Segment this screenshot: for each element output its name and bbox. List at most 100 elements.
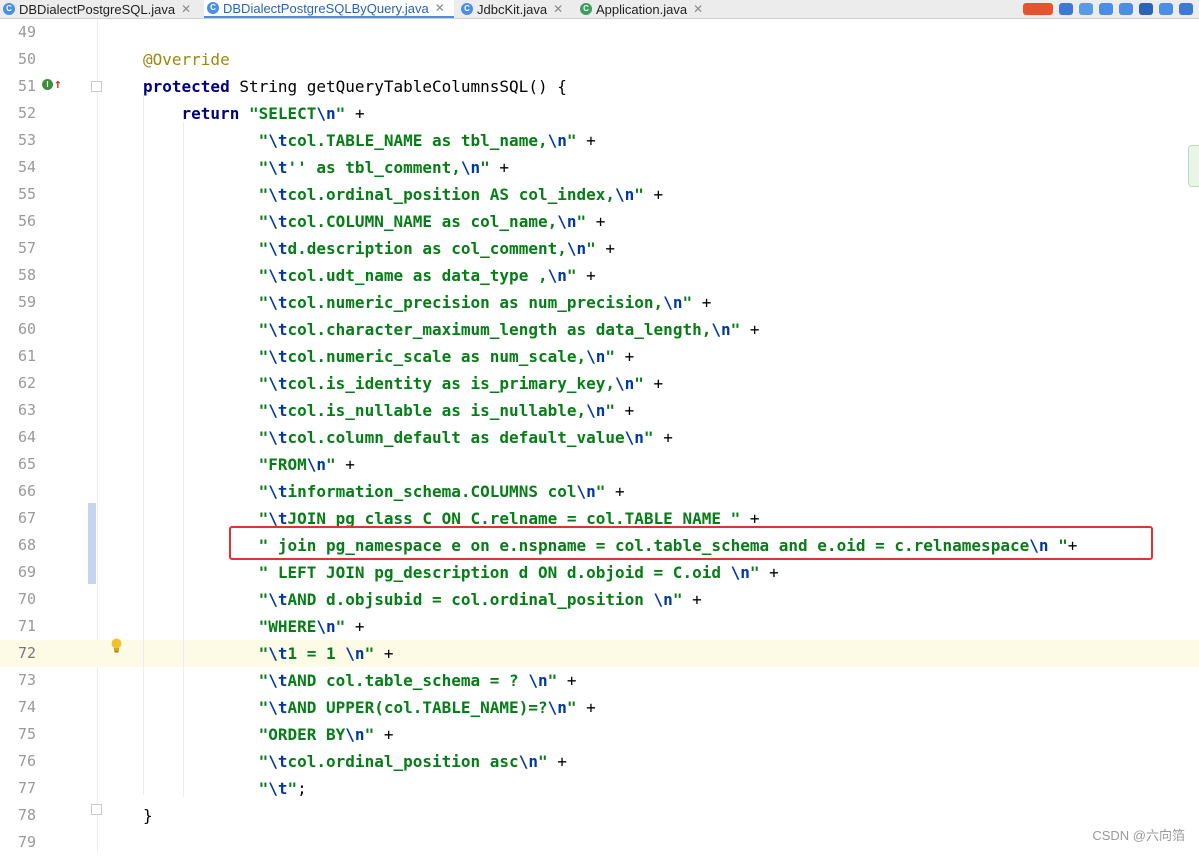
code-text[interactable]: "\td.description as col_comment,\n" +	[143, 235, 615, 262]
line-number[interactable]: 63	[0, 397, 36, 424]
code-line-57[interactable]: 57 "\td.description as col_comment,\n" +	[0, 235, 1199, 262]
code-text[interactable]: "\tcol.COLUMN_NAME as col_name,\n" +	[143, 208, 606, 235]
code-line-75[interactable]: 75 "ORDER BY\n" +	[0, 721, 1199, 748]
line-number[interactable]: 49	[0, 19, 36, 46]
line-number[interactable]: 73	[0, 667, 36, 694]
code-line-50[interactable]: 50 @Override	[0, 46, 1199, 73]
code-line-66[interactable]: 66 "\tinformation_schema.COLUMNS col\n" …	[0, 478, 1199, 505]
tab-dbdialect-postgresql[interactable]: C DBDialectPostgreSQL.java ✕	[0, 0, 200, 18]
code-line-65[interactable]: 65 "FROM\n" +	[0, 451, 1199, 478]
tab-dbdialect-postgresql-byquery[interactable]: C DBDialectPostgreSQLByQuery.java ✕	[204, 0, 454, 18]
code-line-69[interactable]: 69 " LEFT JOIN pg_description d ON d.obj…	[0, 559, 1199, 586]
code-text[interactable]: "\tcol.numeric_scale as num_scale,\n" +	[143, 343, 635, 370]
code-line-59[interactable]: 59 "\tcol.numeric_precision as num_preci…	[0, 289, 1199, 316]
code-text[interactable]: "\tAND col.table_schema = ? \n" +	[143, 667, 577, 694]
line-number[interactable]: 66	[0, 478, 36, 505]
translate-icon[interactable]	[1059, 3, 1073, 15]
code-line-77[interactable]: 77 "\t";	[0, 775, 1199, 802]
plugin-logo-icon[interactable]	[1023, 3, 1053, 15]
tab-jdbckit[interactable]: C JdbcKit.java ✕	[458, 0, 573, 18]
line-number[interactable]: 55	[0, 181, 36, 208]
line-number[interactable]: 68	[0, 532, 36, 559]
code-line-70[interactable]: 70 "\tAND d.objsubid = col.ordinal_posit…	[0, 586, 1199, 613]
code-text[interactable]: "\tinformation_schema.COLUMNS col\n" +	[143, 478, 625, 505]
line-number[interactable]: 74	[0, 694, 36, 721]
code-text[interactable]: "WHERE\n" +	[143, 613, 365, 640]
code-text[interactable]: @Override	[143, 46, 230, 73]
code-text[interactable]: "\tcol.ordinal_position asc\n" +	[143, 748, 567, 775]
close-icon[interactable]: ✕	[181, 2, 191, 16]
microphone-icon[interactable]	[1079, 3, 1093, 15]
code-line-52[interactable]: 52 return "SELECT\n" +	[0, 100, 1199, 127]
line-number[interactable]: 61	[0, 343, 36, 370]
code-line-53[interactable]: 53 "\tcol.TABLE_NAME as tbl_name,\n" +	[0, 127, 1199, 154]
code-text[interactable]: "\tcol.is_nullable as is_nullable,\n" +	[143, 397, 635, 424]
fold-marker-method-start[interactable]	[91, 81, 102, 92]
code-text[interactable]: "FROM\n" +	[143, 451, 355, 478]
line-number[interactable]: 56	[0, 208, 36, 235]
vcs-change-marker[interactable]	[88, 503, 96, 584]
line-number[interactable]: 60	[0, 316, 36, 343]
line-number[interactable]: 57	[0, 235, 36, 262]
line-number[interactable]: 67	[0, 505, 36, 532]
implements-override-icon[interactable]: I ↑	[42, 77, 62, 92]
code-line-73[interactable]: 73 "\tAND col.table_schema = ? \n" +	[0, 667, 1199, 694]
code-text[interactable]: }	[143, 802, 153, 829]
code-text[interactable]: "\tAND UPPER(col.TABLE_NAME)=?\n" +	[143, 694, 596, 721]
code-text[interactable]: "\tcol.ordinal_position AS col_index,\n"…	[143, 181, 664, 208]
close-icon[interactable]: ✕	[693, 2, 703, 16]
line-number[interactable]: 70	[0, 586, 36, 613]
code-line-56[interactable]: 56 "\tcol.COLUMN_NAME as col_name,\n" +	[0, 208, 1199, 235]
bird-icon[interactable]	[1179, 3, 1193, 15]
line-number[interactable]: 52	[0, 100, 36, 127]
line-number[interactable]: 65	[0, 451, 36, 478]
code-line-74[interactable]: 74 "\tAND UPPER(col.TABLE_NAME)=?\n" +	[0, 694, 1199, 721]
code-line-51[interactable]: 51 protected String getQueryTableColumnsS…	[0, 73, 1199, 100]
code-text[interactable]: " LEFT JOIN pg_description d ON d.objoid…	[143, 559, 779, 586]
code-text[interactable]: "\tcol.numeric_precision as num_precisio…	[143, 289, 712, 316]
line-number[interactable]: 62	[0, 370, 36, 397]
code-text[interactable]: "\t";	[143, 775, 307, 802]
line-number[interactable]: 53	[0, 127, 36, 154]
line-number[interactable]: 75	[0, 721, 36, 748]
code-line-63[interactable]: 63 "\tcol.is_nullable as is_nullable,\n"…	[0, 397, 1199, 424]
code-line-49[interactable]: 49	[0, 19, 1199, 46]
line-number[interactable]: 64	[0, 424, 36, 451]
code-text[interactable]: protected String getQueryTableColumnsSQL…	[143, 73, 567, 100]
line-number[interactable]: 69	[0, 559, 36, 586]
code-line-61[interactable]: 61 "\tcol.numeric_scale as num_scale,\n"…	[0, 343, 1199, 370]
line-number[interactable]: 78	[0, 802, 36, 829]
lightbulb-icon[interactable]	[110, 638, 123, 653]
code-text[interactable]: "\t1 = 1 \n" +	[143, 640, 394, 667]
code-text[interactable]: "ORDER BY\n" +	[143, 721, 394, 748]
code-line-71[interactable]: 71 "WHERE\n" +	[0, 613, 1199, 640]
code-text[interactable]: "\tcol.TABLE_NAME as tbl_name,\n" +	[143, 127, 596, 154]
line-number[interactable]: 72	[0, 640, 36, 667]
fold-marker-method-end[interactable]	[91, 804, 102, 815]
line-number[interactable]: 71	[0, 613, 36, 640]
code-line-72[interactable]: 72 "\t1 = 1 \n" +	[0, 640, 1199, 667]
code-text[interactable]: "\tcol.is_identity as is_primary_key,\n"…	[143, 370, 664, 397]
code-line-58[interactable]: 58 "\tcol.udt_name as data_type ,\n" +	[0, 262, 1199, 289]
code-line-78[interactable]: 78}	[0, 802, 1199, 829]
line-number[interactable]: 76	[0, 748, 36, 775]
line-number[interactable]: 54	[0, 154, 36, 181]
code-text[interactable]: "\tcol.character_maximum_length as data_…	[143, 316, 760, 343]
tab-application[interactable]: C Application.java ✕	[577, 0, 717, 18]
code-line-62[interactable]: 62 "\tcol.is_identity as is_primary_key,…	[0, 370, 1199, 397]
line-number[interactable]: 58	[0, 262, 36, 289]
line-number[interactable]: 51	[0, 73, 36, 100]
code-line-76[interactable]: 76 "\tcol.ordinal_position asc\n" +	[0, 748, 1199, 775]
code-line-54[interactable]: 54 "\t'' as tbl_comment,\n" +	[0, 154, 1199, 181]
close-icon[interactable]: ✕	[435, 1, 445, 15]
line-number[interactable]: 50	[0, 46, 36, 73]
code-text[interactable]: "\tcol.udt_name as data_type ,\n" +	[143, 262, 596, 289]
code-text[interactable]: "\tcol.column_default as default_value\n…	[143, 424, 673, 451]
code-line-60[interactable]: 60 "\tcol.character_maximum_length as da…	[0, 316, 1199, 343]
shirt-icon[interactable]	[1119, 3, 1133, 15]
toolbox-icon[interactable]	[1159, 3, 1173, 15]
line-number[interactable]: 77	[0, 775, 36, 802]
keyboard-icon[interactable]	[1099, 3, 1113, 15]
inspection-popup-edge[interactable]	[1188, 145, 1199, 187]
code-line-55[interactable]: 55 "\tcol.ordinal_position AS col_index,…	[0, 181, 1199, 208]
